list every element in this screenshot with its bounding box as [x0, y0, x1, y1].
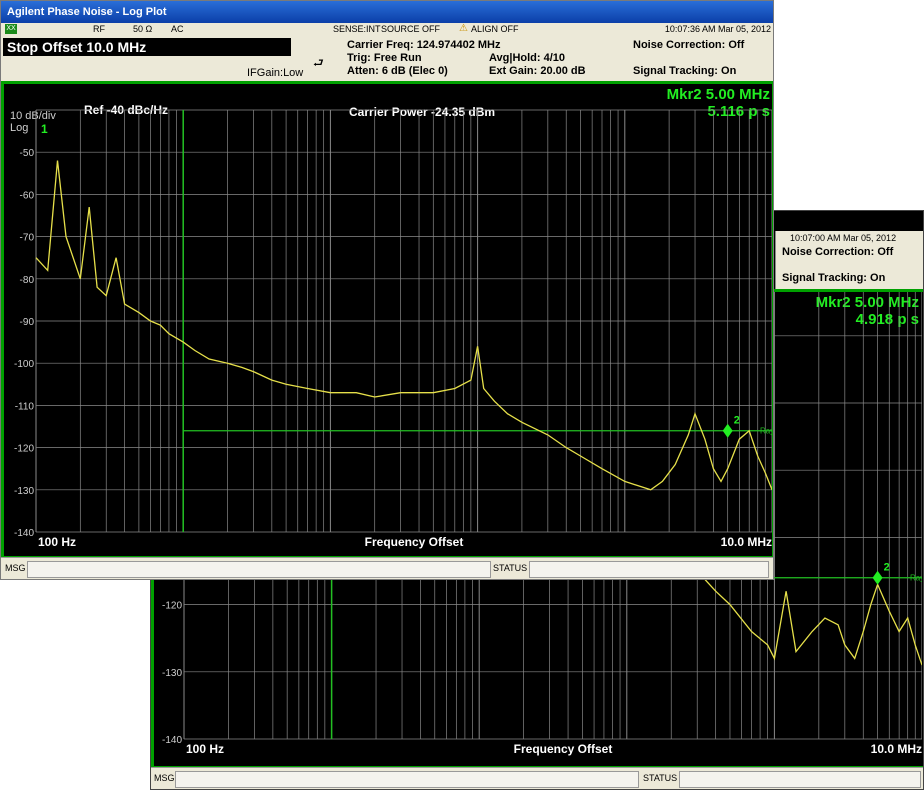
back-timestamp: 10:07:00 AM Mar 05, 2012	[790, 233, 897, 243]
x-axis-label: Frequency Offset	[514, 742, 613, 756]
y-tick-label: -60	[20, 190, 35, 201]
warning-icon: ⚠	[459, 23, 468, 34]
front-noise-correction: Noise Correction: Off	[633, 39, 745, 51]
front-rf-label: RF	[93, 24, 105, 34]
front-timestamp: 10:07:36 AM Mar 05, 2012	[664, 24, 771, 34]
front-status-msg: MSG	[5, 563, 26, 573]
front-carrier-freq: Carrier Freq: 124.974402 MHz	[347, 39, 501, 51]
y-tick-label: -110	[15, 401, 35, 412]
x-stop-label: 10.0 MHz	[721, 535, 772, 549]
back-status-bar: MSG STATUS	[151, 767, 923, 789]
y-tick-label: -70	[20, 233, 35, 244]
front-sense-label: SENSE:INT	[333, 24, 381, 34]
front-align-label: ALIGN OFF	[471, 24, 519, 34]
front-ac-label: AC	[171, 24, 184, 34]
y-tick-label: -120	[14, 444, 34, 455]
back-status-status: STATUS	[643, 773, 678, 783]
front-atten: Atten: 6 dB (Elec 0)	[347, 65, 448, 77]
front-window: Agilent Phase Noise - Log Plot XX RF 50 …	[0, 0, 774, 580]
y-tick-label: -80	[20, 275, 35, 286]
y-tick-label: -130	[14, 486, 34, 497]
front-avg-hold: Avg|Hold: 4/10	[489, 52, 566, 64]
back-signal-tracking: Signal Tracking: On	[782, 272, 886, 284]
front-ohm-label: 50 Ω	[133, 24, 153, 34]
front-source-label: SOURCE OFF	[381, 24, 441, 34]
marker-diamond	[722, 423, 733, 438]
front-ifgain: IFGain:Low	[247, 67, 304, 79]
front-trig: Trig: Free Run	[347, 52, 422, 64]
ray-label: Ray	[910, 574, 922, 583]
front-title-bar: Agilent Phase Noise - Log Plot	[1, 1, 773, 23]
x-start-label: 100 Hz	[38, 535, 76, 549]
front-status-bar: MSG STATUS	[1, 557, 773, 579]
marker-label: 2	[734, 415, 740, 427]
x-start-label: 100 Hz	[186, 742, 224, 756]
y-tick-label: -50	[20, 148, 35, 159]
front-settings-panel: Stop Offset 10.0 MHz IFGain:Low ⮐ Carrie…	[1, 36, 773, 81]
y-tick-label: -140	[14, 528, 34, 539]
front-plot-frame: Mkr2 5.00 MHz 5.116 p s 10 dB/div Log 1 …	[1, 81, 773, 559]
x-axis-label: Frequency Offset	[365, 535, 464, 549]
x-stop-label: 10.0 MHz	[871, 742, 922, 756]
y-tick-label: -140	[162, 735, 182, 746]
back-status-msg: MSG	[154, 773, 175, 783]
front-toolbar: XX RF 50 Ω AC SENSE:INT SOURCE OFF ⚠ ALI…	[1, 23, 773, 37]
back-info-panel: 10:07:00 AM Mar 05, 2012 Noise Correctio…	[775, 231, 923, 289]
back-noise-correction: Noise Correction: Off	[782, 246, 894, 258]
y-tick-label: -90	[20, 317, 35, 328]
active-parameter[interactable]: Stop Offset 10.0 MHz	[3, 38, 291, 56]
noise-trace	[35, 160, 772, 491]
trigger-icon: ⮐	[313, 56, 324, 70]
front-ext-gain: Ext Gain: 20.00 dB	[489, 65, 586, 77]
y-tick-label: -120	[162, 601, 182, 612]
front-chart: -50 -60 -70 -80 -90 -100 -110 -120 -130 -140 Ray 2 1…	[14, 109, 772, 549]
marker-diamond	[872, 570, 883, 585]
y-tick-label: -100	[14, 359, 34, 370]
front-mode-icon[interactable]: XX	[5, 24, 17, 34]
ray-label: Ray	[760, 427, 772, 436]
front-status-status: STATUS	[493, 563, 528, 573]
y-tick-label: -130	[162, 668, 182, 679]
marker-label: 2	[884, 562, 890, 574]
front-signal-tracking: Signal Tracking: On	[633, 65, 737, 77]
